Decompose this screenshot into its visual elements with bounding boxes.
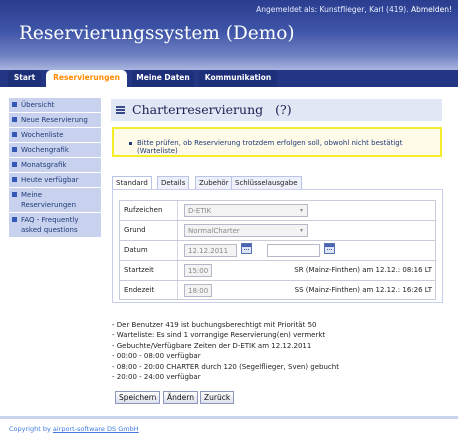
copyright-link[interactable]: airport-software DS GmbH	[53, 425, 139, 433]
startzeit-input[interactable]: 15:00	[184, 264, 212, 277]
grund-select[interactable]: NormalCharter ▾	[184, 224, 308, 237]
bullet-icon	[12, 217, 17, 222]
rufzeichen-select[interactable]: D-ETIK ▾	[184, 204, 308, 217]
warning-text: Bitte prüfen, ob Reservierung trotzdem e…	[137, 139, 403, 155]
info-line: - 20:00 - 24:00 verfügbar	[112, 373, 201, 382]
list-icon	[116, 106, 125, 114]
tab-details[interactable]: Details	[157, 176, 190, 190]
datum-to-input[interactable]	[267, 244, 320, 257]
sidebar-item-wochenliste[interactable]: Wochenliste	[9, 128, 101, 142]
bullet-icon	[12, 147, 17, 152]
sunrise-info: SR (Mainz-Finthen) am 12.12.: 08:16 LT	[294, 266, 432, 274]
form-table: Rufzeichen D-ETIK ▾ Grund NormalCharter …	[119, 200, 436, 300]
tab-start[interactable]: Start	[8, 70, 41, 87]
bullet-icon	[12, 177, 17, 182]
sidebar-item-neue-reservierung[interactable]: Neue Reservierung	[9, 113, 101, 127]
save-button[interactable]: Speichern	[115, 391, 161, 404]
row-rufzeichen: Rufzeichen D-ETIK ▾	[119, 200, 436, 220]
footer-divider	[0, 416, 458, 419]
bullet-icon	[12, 162, 17, 167]
sidebar-item-label: Monatsgrafik	[21, 161, 67, 169]
availability-info: - Der Benutzer 419 ist buchungsberechtig…	[112, 320, 339, 382]
sidebar-item-uebersicht[interactable]: Übersicht	[9, 98, 101, 112]
tab-reservierungen[interactable]: Reservierungen	[46, 70, 127, 87]
sidebar-item-heute-verfuegbar[interactable]: Heute verfügbar	[9, 173, 101, 187]
info-line: - Gebuchte/Verfügbare Zeiten der D-ETIK …	[112, 341, 312, 350]
app-header: Angemeldet als: Kunstflieger, Karl (419)…	[0, 0, 458, 70]
calendar-icon[interactable]	[324, 243, 335, 254]
sidebar-item-monatsgrafik[interactable]: Monatsgrafik	[9, 158, 101, 172]
logout-link[interactable]: Abmelden!	[411, 5, 452, 14]
sunset-info: SS (Mainz-Finthen) am 12.12.: 16:26 LT	[294, 286, 432, 294]
calendar-icon[interactable]	[241, 243, 252, 254]
warning-notice: Bitte prüfen, ob Reservierung trotzdem e…	[112, 127, 442, 157]
bullet-icon	[12, 102, 17, 107]
change-button[interactable]: Ändern	[163, 391, 198, 404]
back-button[interactable]: Zurück	[200, 391, 235, 404]
grund-value: NormalCharter	[188, 227, 240, 235]
page-title: Charterreservierung (?)	[132, 102, 292, 117]
help-link[interactable]: (?)	[275, 102, 291, 117]
tab-schluesselausgabe[interactable]: Schlüsselausgabe	[231, 176, 302, 190]
startzeit-label: Startzeit	[120, 261, 178, 280]
chevron-down-icon: ▾	[299, 227, 303, 234]
sidebar-item-label: Meine Reservierungen	[21, 191, 77, 209]
row-endezeit: Endezeit 18:00 SS (Mainz-Finthen) am 12.…	[119, 280, 436, 300]
sidebar-item-label: Wochengrafik	[21, 146, 69, 154]
sidebar-item-label: FAQ - Frequently asked questions	[21, 216, 79, 234]
info-line: - 00:00 - 08:00 verfügbar	[112, 352, 201, 361]
page-header: Charterreservierung (?)	[111, 99, 442, 121]
sidebar-item-label: Heute verfügbar	[21, 176, 79, 184]
datum-input[interactable]: 12.12.2011	[184, 244, 237, 257]
bullet-icon	[12, 117, 17, 122]
row-datum: Datum 12.12.2011	[119, 240, 436, 260]
bullet-icon	[12, 192, 17, 197]
row-grund: Grund NormalCharter ▾	[119, 220, 436, 240]
rufzeichen-value: D-ETIK	[188, 207, 212, 215]
rufzeichen-label: Rufzeichen	[120, 201, 178, 220]
tab-meine-daten[interactable]: Meine Daten	[132, 70, 194, 87]
footer: Copyright by airport-software DS GmbH	[9, 425, 139, 433]
endezeit-input[interactable]: 18:00	[184, 284, 212, 297]
info-line: - Der Benutzer 419 ist buchungsberechtig…	[112, 321, 317, 329]
sidebar-item-wochengrafik[interactable]: Wochengrafik	[9, 143, 101, 157]
datum-label: Datum	[120, 241, 178, 260]
bullet-icon	[129, 142, 132, 145]
tab-zubehoer[interactable]: Zubehör	[195, 176, 233, 190]
main-tab-bar: Start Reservierungen Meine Daten Kommuni…	[0, 70, 458, 87]
reservation-form: Rufzeichen D-ETIK ▾ Grund NormalCharter …	[112, 189, 443, 303]
sidebar-item-faq[interactable]: FAQ - Frequently asked questions	[9, 213, 101, 237]
info-line: - 08:00 - 20:00 CHARTER durch 120 (Segel…	[112, 362, 339, 371]
app-title: Reservierungssystem (Demo)	[19, 23, 295, 44]
tab-standard[interactable]: Standard	[112, 176, 152, 190]
sidebar-item-label: Wochenliste	[21, 131, 64, 139]
row-startzeit: Startzeit 15:00 SR (Mainz-Finthen) am 12…	[119, 260, 436, 280]
login-status: Angemeldet als: Kunstflieger, Karl (419)…	[256, 5, 452, 14]
sidebar: Übersicht Neue Reservierung Wochenliste …	[9, 98, 101, 238]
info-line: - Warteliste: Es sind 1 vorrangige Reser…	[112, 331, 326, 340]
grund-label: Grund	[120, 221, 178, 240]
sidebar-item-meine-reservierungen[interactable]: Meine Reservierungen	[9, 188, 101, 212]
endezeit-label: Endezeit	[120, 281, 178, 299]
bullet-icon	[12, 132, 17, 137]
copyright-text: Copyright by	[9, 425, 51, 433]
tab-kommunikation[interactable]: Kommunikation	[199, 70, 277, 87]
page-title-text: Charterreservierung	[132, 102, 264, 117]
sidebar-item-label: Übersicht	[21, 101, 55, 109]
chevron-down-icon: ▾	[299, 207, 303, 214]
login-text: Angemeldet als: Kunstflieger, Karl (419)…	[256, 5, 409, 14]
sidebar-item-label: Neue Reservierung	[21, 116, 88, 124]
